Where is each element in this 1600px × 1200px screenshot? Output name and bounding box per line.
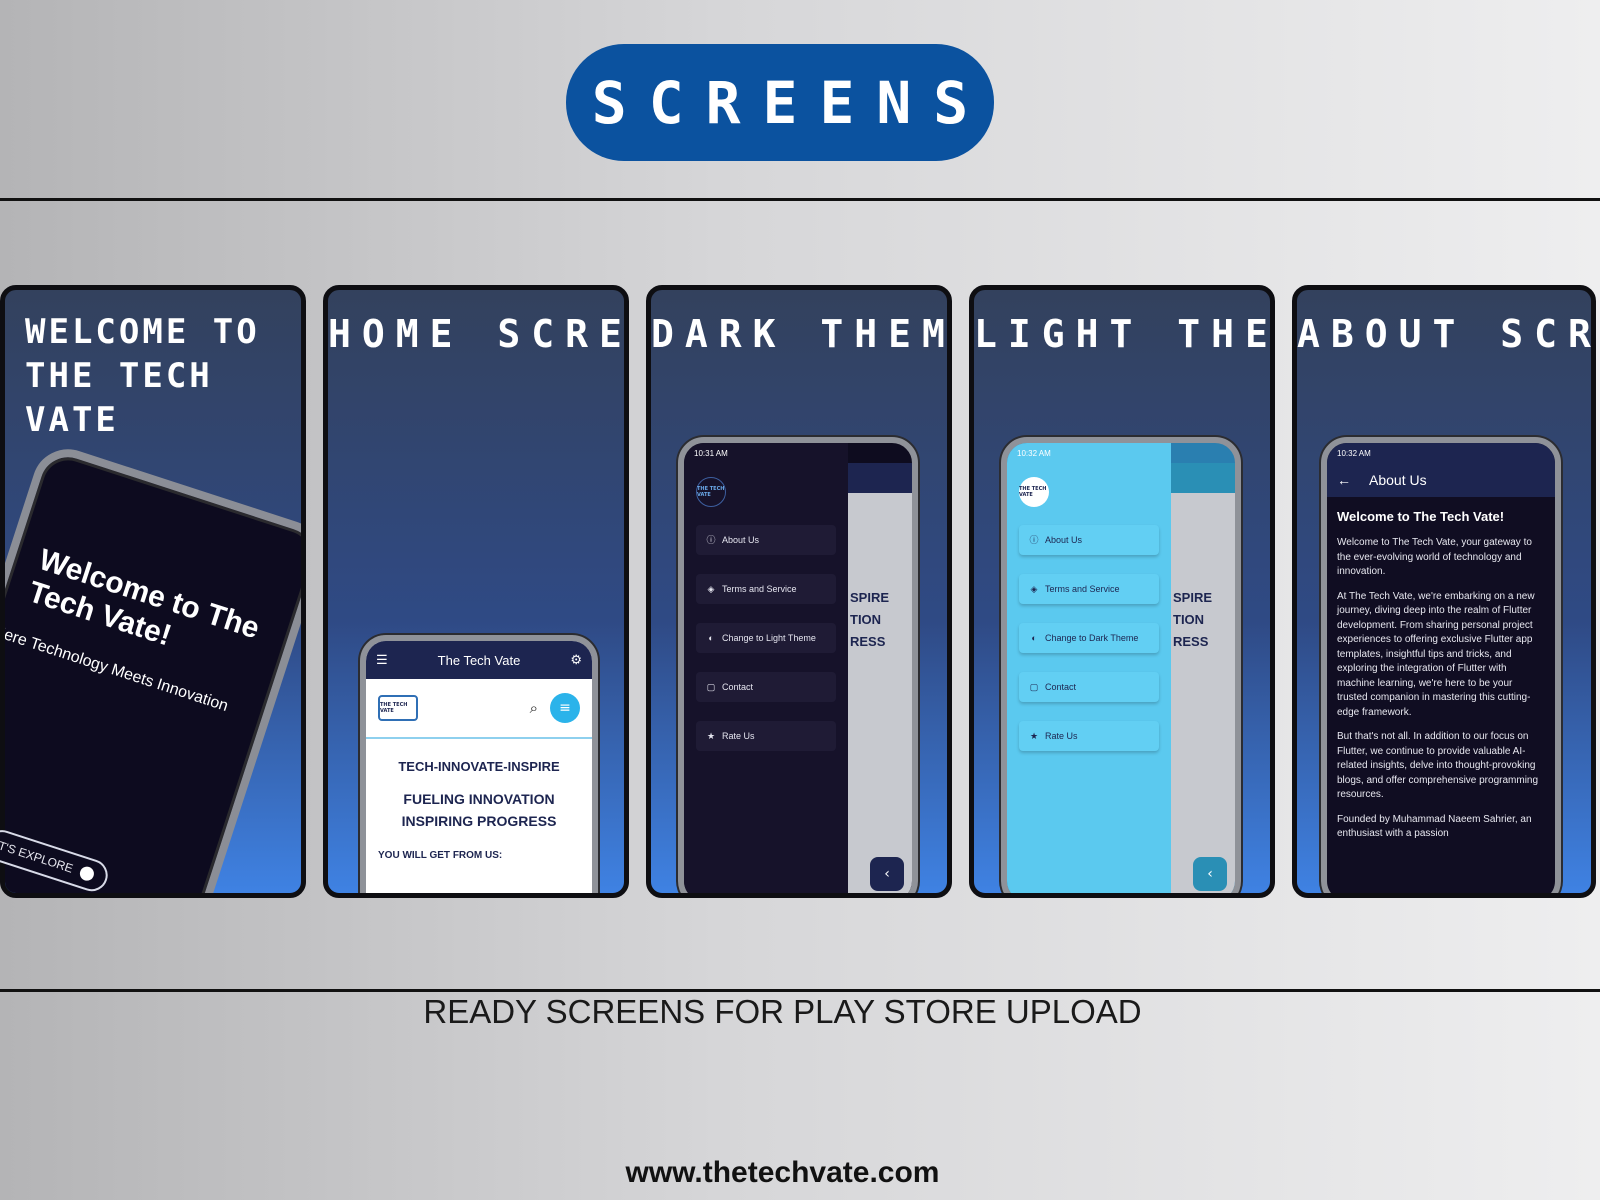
drawer-item-theme[interactable]: ◐ Change to Light Theme bbox=[696, 623, 836, 653]
about-app-bar: ← About Us bbox=[1327, 463, 1555, 497]
tech-vate-logo: THE TECH VATE bbox=[378, 695, 418, 721]
light-behind-text: SPIRE TION RESS bbox=[1173, 590, 1213, 649]
drawer-item-contact[interactable]: ▢ Contact bbox=[1019, 672, 1159, 702]
drawer-item-terms[interactable]: ◈ Terms and Service bbox=[1019, 574, 1159, 604]
light-phone-mockup: SPIRE TION RESS ‹ 10:32 AM THE TECH VATE… bbox=[1001, 437, 1241, 893]
rate-icon: ★ bbox=[1029, 730, 1039, 741]
panel-title-about: ABOUT SCREEN bbox=[1297, 312, 1596, 356]
about-phone-mockup: 10:32 AM ← About Us Welcome to The Tech … bbox=[1321, 437, 1561, 893]
drawer-item-terms[interactable]: ◈ Terms and Service bbox=[696, 574, 836, 604]
home-get-from-heading: YOU WILL GET FROM US: bbox=[378, 850, 503, 861]
dark-phone-mockup: SPIRE TION RESS ‹ 10:31 AM THE TECH VATE… bbox=[678, 437, 918, 893]
about-paragraph: But that's not all. In addition to our f… bbox=[1337, 731, 1539, 800]
menu-round-button[interactable]: ≡ bbox=[550, 693, 580, 723]
screens-title-pill: SCREENS bbox=[566, 44, 994, 161]
home-app-title: The Tech Vate bbox=[437, 652, 521, 668]
compass-icon bbox=[78, 864, 96, 883]
back-chevron-icon[interactable]: ‹ bbox=[870, 857, 904, 891]
back-chevron-icon[interactable]: ‹ bbox=[1193, 857, 1227, 891]
welcome-heading: Welcome to The Tech Vate! bbox=[24, 543, 264, 653]
shield-icon: ◈ bbox=[707, 583, 715, 594]
top-divider bbox=[0, 198, 1600, 201]
settings-gear-icon[interactable]: ⚙ bbox=[570, 652, 582, 668]
drawer-item-theme[interactable]: ◐ Change to Dark Theme bbox=[1019, 623, 1159, 653]
panel-dark-theme: DARK THEME SPIRE TION RESS ‹ 10:31 AM TH… bbox=[646, 285, 952, 898]
panel-about: ABOUT SCREEN 10:32 AM ← About Us Welcome… bbox=[1292, 285, 1596, 898]
light-drawer: 10:32 AM THE TECH VATE ⓘ About Us ◈ Terms … bbox=[1007, 443, 1171, 893]
panel-welcome: WELCOME TO THE TECH VATE Welcome to The … bbox=[0, 285, 306, 898]
info-icon: ⓘ bbox=[706, 534, 716, 545]
theme-toggle-icon: ◐ bbox=[1031, 632, 1037, 643]
about-paragraph: Welcome to The Tech Vate, your gateway t… bbox=[1337, 537, 1532, 577]
about-body: Welcome to The Tech Vate! Welcome to The… bbox=[1327, 497, 1555, 842]
about-status-time: 10:32 AM bbox=[1337, 449, 1371, 458]
light-behind-page: SPIRE TION RESS ‹ bbox=[1167, 463, 1235, 893]
rate-icon: ★ bbox=[706, 730, 716, 741]
drawer-item-contact[interactable]: ▢ Contact bbox=[696, 672, 836, 702]
dark-behind-text: SPIRE TION RESS bbox=[850, 590, 890, 649]
panel-title-welcome: WELCOME TO THE TECH VATE bbox=[25, 312, 260, 440]
home-subtitle: FUELING INNOVATION INSPIRING PROGRESS bbox=[401, 791, 557, 829]
info-icon: ⓘ bbox=[1029, 534, 1039, 545]
light-drawer-logo: THE TECH VATE bbox=[1019, 477, 1049, 507]
bottom-divider bbox=[0, 989, 1600, 992]
drawer-item-about[interactable]: ⓘ About Us bbox=[696, 525, 836, 555]
drawer-item-about[interactable]: ⓘ About Us bbox=[1019, 525, 1159, 555]
panel-title-dark: DARK THEME bbox=[651, 312, 947, 356]
dark-drawer: 10:31 AM THE TECH VATE ⓘ About Us ◈ Terms … bbox=[684, 443, 848, 893]
footer-caption: READY SCREENS FOR PLAY STORE UPLOAD bbox=[423, 993, 1142, 1030]
about-paragraph: At The Tech Vate, we're embarking on a n… bbox=[1337, 590, 1535, 718]
shield-icon: ◈ bbox=[1030, 583, 1038, 594]
panel-title-home: HOME SCREEN bbox=[328, 312, 624, 356]
home-app-bar: ☰ The Tech Vate ⚙ bbox=[366, 641, 592, 679]
contact-icon: ▢ bbox=[1029, 681, 1039, 692]
theme-toggle-icon: ◐ bbox=[708, 632, 714, 643]
panel-light-theme: LIGHT THEME SPIRE TION RESS ‹ 10:32 AM T… bbox=[969, 285, 1275, 898]
drawer-item-rate[interactable]: ★ Rate Us bbox=[696, 721, 836, 751]
back-arrow-icon[interactable]: ← bbox=[1337, 472, 1351, 488]
light-status-time: 10:32 AM bbox=[1017, 449, 1051, 458]
footer-url[interactable]: www.thetechvate.com bbox=[0, 1156, 1565, 1190]
about-heading: Welcome to The Tech Vate! bbox=[1337, 509, 1505, 524]
about-app-title: About Us bbox=[1369, 472, 1427, 488]
home-tagline: TECH-INNOVATE-INSPIRE bbox=[398, 759, 560, 774]
contact-icon: ▢ bbox=[706, 681, 716, 692]
hamburger-menu-icon[interactable]: ☰ bbox=[376, 652, 388, 668]
about-paragraph: Founded by Muhammad Naeem Sahrier, an en… bbox=[1337, 813, 1532, 840]
home-phone-mockup: ☰ The Tech Vate ⚙ THE TECH VATE ⌕ ≡ TECH… bbox=[360, 635, 598, 893]
dark-status-time: 10:31 AM bbox=[694, 449, 728, 458]
screens-title: SCREENS bbox=[591, 68, 991, 137]
home-header: THE TECH VATE ⌕ ≡ bbox=[366, 679, 592, 739]
panel-title-light: LIGHT THEME bbox=[974, 312, 1270, 356]
panel-home: HOME SCREEN ☰ The Tech Vate ⚙ THE TECH V… bbox=[323, 285, 629, 898]
drawer-item-rate[interactable]: ★ Rate Us bbox=[1019, 721, 1159, 751]
tilted-phone-mockup: Welcome to The Tech Vate! Here Technolog… bbox=[5, 440, 301, 893]
search-icon[interactable]: ⌕ bbox=[530, 699, 538, 717]
dark-behind-page: SPIRE TION RESS ‹ bbox=[844, 463, 912, 893]
dark-drawer-logo: THE TECH VATE bbox=[696, 477, 726, 507]
